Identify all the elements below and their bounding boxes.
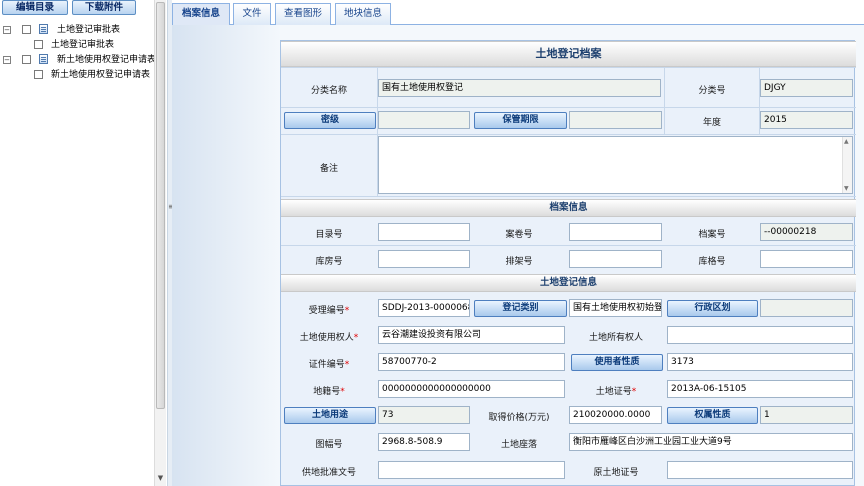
accept-no-label-text: 受理编号 — [308, 306, 345, 316]
remark-scrollbar[interactable]: ▲ ▼ — [842, 137, 852, 193]
tree-checkbox[interactable] — [22, 55, 31, 64]
category-no-field[interactable]: DJGY — [760, 79, 853, 97]
approval-doc-field[interactable] — [378, 461, 565, 479]
category-name-field[interactable]: 国有土地使用权登记 — [378, 79, 661, 97]
collapse-icon[interactable]: − — [3, 26, 11, 34]
edit-catalog-button[interactable]: 编辑目录 — [2, 0, 68, 15]
ownership-nature-field[interactable]: 1 — [760, 406, 853, 424]
land-use-field[interactable]: 73 — [378, 406, 470, 424]
archive-no-label: 档案号 — [698, 230, 726, 240]
registration-type-field[interactable]: 国有土地使用权初始登记 — [569, 299, 662, 317]
warehouse-no-field[interactable] — [378, 250, 470, 268]
tree-checkbox[interactable] — [34, 70, 43, 79]
tab-view-graphics[interactable]: 查看图形 — [275, 3, 331, 25]
category-name-label: 分类名称 — [310, 86, 347, 96]
cert-no-label: 证件编号* — [308, 360, 350, 370]
land-info-section-header: 土地登记信息 — [281, 274, 856, 292]
retention-period-field[interactable] — [569, 111, 662, 129]
cabinet-no-field[interactable] — [760, 250, 853, 268]
tree-node[interactable]: 土地登记审批表 — [0, 38, 154, 52]
collapse-icon[interactable]: − — [3, 56, 11, 64]
catalog-no-field[interactable] — [378, 223, 470, 241]
tree-node-label: 土地登记审批表 — [51, 40, 115, 50]
tree-checkbox[interactable] — [22, 25, 31, 34]
year-field[interactable]: 2015 — [760, 111, 853, 129]
form-title: 土地登记档案 — [281, 41, 856, 67]
accept-no-field[interactable]: SDDJ-2013-0000068 — [378, 299, 470, 317]
user-nature-field[interactable]: 3173 — [667, 353, 853, 371]
ownership-nature-button[interactable]: 权属性质 — [667, 407, 758, 424]
map-no-label: 图幅号 — [315, 440, 343, 450]
tab-archive-info[interactable]: 档案信息 — [172, 3, 230, 26]
registration-type-button[interactable]: 登记类别 — [474, 300, 567, 317]
warehouse-no-label: 库房号 — [315, 257, 343, 267]
download-attachment-button[interactable]: 下载附件 — [72, 0, 136, 15]
land-cert-field[interactable]: 2013A-06-15105 — [667, 380, 853, 398]
accept-no-label: 受理编号* — [308, 306, 350, 316]
tree-node[interactable]: − 新土地使用权登记申请表 — [0, 53, 157, 67]
remark-label: 备注 — [319, 164, 338, 174]
map-no-field[interactable]: 2968.8-508.9 — [378, 433, 470, 451]
land-cert-label: 土地证号* — [595, 387, 637, 397]
tab-content: 土地登记档案 分类名称 国有土地使用权登记 分类号 DJGY 密级 保管期限 年… — [172, 25, 864, 486]
shelf-no-field[interactable] — [569, 250, 662, 268]
tree-node[interactable]: − 土地登记审批表 — [0, 23, 154, 37]
parcel-no-label: 地籍号* — [313, 387, 345, 397]
admin-area-field[interactable] — [760, 299, 853, 317]
tree-checkbox[interactable] — [34, 40, 43, 49]
land-cert-label-text: 土地证号 — [595, 387, 632, 397]
year-label: 年度 — [702, 118, 721, 128]
scroll-down-icon[interactable]: ▼ — [156, 472, 165, 484]
location-label: 土地座落 — [500, 440, 537, 450]
user-nature-button[interactable]: 使用者性质 — [571, 354, 663, 371]
land-registration-form: 土地登记档案 分类名称 国有土地使用权登记 分类号 DJGY 密级 保管期限 年… — [280, 40, 856, 486]
parcel-no-field[interactable]: 0000000000000000000 — [378, 380, 565, 398]
remark-textarea[interactable]: ▲ ▼ — [378, 136, 853, 194]
catalog-no-label: 目录号 — [315, 230, 343, 240]
case-no-field[interactable] — [569, 223, 662, 241]
tree-node-label: 新土地使用权登记申请表 — [51, 70, 151, 80]
tab-parcel-info[interactable]: 地块信息 — [335, 3, 391, 25]
land-owner-field[interactable] — [667, 326, 853, 344]
tree-node-label: 土地登记审批表 — [57, 25, 121, 35]
tree-node[interactable]: 新土地使用权登记申请表 — [0, 68, 154, 82]
app-window: 编辑目录 下载附件 − 土地登记审批表 土地登记审批表 − 新土地使用权登记申请… — [0, 0, 864, 486]
cert-no-field[interactable]: 58700770-2 — [378, 353, 565, 371]
land-owner-label: 土地所有权人 — [588, 333, 643, 343]
approval-doc-label: 供地批准文号 — [301, 468, 356, 478]
category-no-label: 分类号 — [698, 86, 726, 96]
land-use-button[interactable]: 土地用途 — [284, 407, 376, 424]
land-user-label-text: 土地使用权人 — [299, 333, 354, 343]
scroll-up-icon[interactable]: ▲ — [844, 138, 849, 145]
land-user-label: 土地使用权人* — [299, 333, 359, 343]
secret-level-field[interactable] — [378, 111, 470, 129]
admin-area-button[interactable]: 行政区划 — [667, 300, 758, 317]
tab-files[interactable]: 文件 — [233, 3, 271, 25]
scroll-down-icon[interactable]: ▼ — [844, 185, 849, 192]
secret-level-button[interactable]: 密级 — [284, 112, 376, 129]
parcel-no-label-text: 地籍号 — [313, 387, 341, 397]
document-icon — [39, 24, 48, 34]
scrollbar-thumb[interactable] — [156, 2, 165, 409]
case-no-label: 案卷号 — [505, 230, 533, 240]
land-user-field[interactable]: 云谷潮建设投资有限公司 — [378, 326, 565, 344]
tree-node-label: 新土地使用权登记申请表 — [57, 55, 157, 65]
retention-period-button[interactable]: 保管期限 — [474, 112, 567, 129]
archive-no-field[interactable]: --00000218 — [760, 223, 853, 241]
price-label: 取得价格(万元) — [488, 413, 550, 423]
orig-cert-field[interactable] — [667, 461, 853, 479]
orig-cert-label: 原土地证号 — [593, 468, 639, 478]
left-panel: 编辑目录 下载附件 − 土地登记审批表 土地登记审批表 − 新土地使用权登记申请… — [0, 0, 168, 486]
tree-scrollbar[interactable]: ▼ — [154, 0, 166, 486]
archive-info-section-header: 档案信息 — [281, 199, 856, 217]
cabinet-no-label: 库格号 — [698, 257, 726, 267]
shelf-no-label: 排架号 — [505, 257, 533, 267]
document-icon — [39, 54, 48, 64]
tab-bar: 档案信息 文件 查看图形 地块信息 — [172, 0, 864, 26]
location-field[interactable]: 衡阳市雁峰区白沙洲工业园工业大道9号 — [569, 433, 853, 451]
cert-no-label-text: 证件编号 — [308, 360, 345, 370]
price-field[interactable]: 210020000.0000 — [569, 406, 662, 424]
